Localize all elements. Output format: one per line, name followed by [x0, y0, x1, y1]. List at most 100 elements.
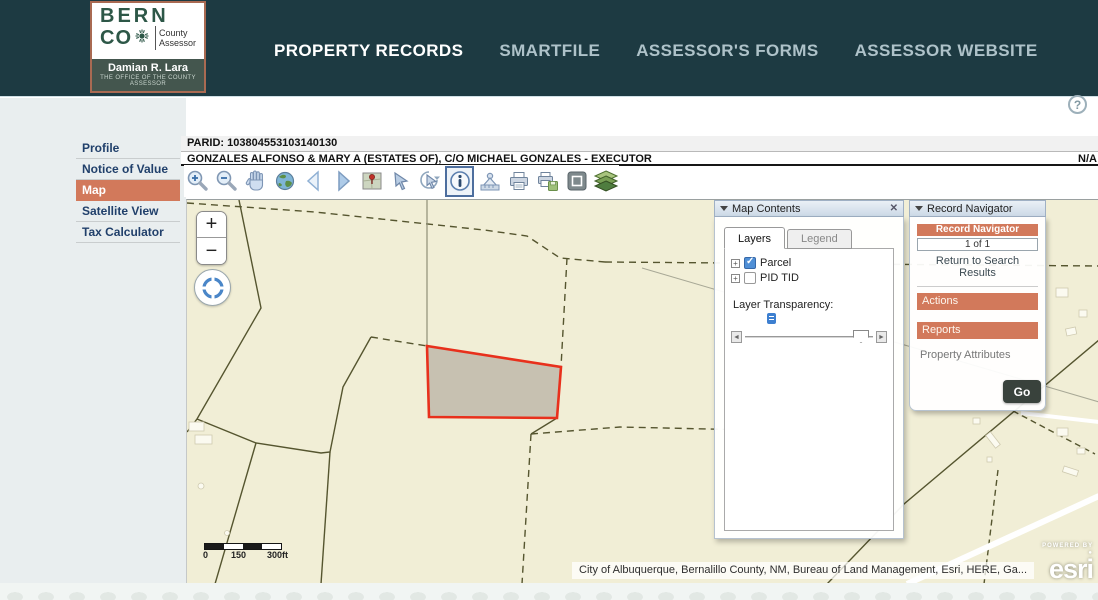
scalebar-label-end: 300ft: [267, 550, 289, 560]
close-icon[interactable]: ✕: [890, 203, 898, 214]
return-to-search-results-link[interactable]: Return to Search Results: [917, 255, 1038, 279]
logo-org-line1: County: [159, 28, 188, 38]
record-position-field[interactable]: 1 of 1: [917, 238, 1038, 251]
nav-assessor-website[interactable]: ASSESSOR WEBSITE: [855, 41, 1038, 61]
map-contents-panel: Map Contents ✕ Layers Legend + Parcel +: [714, 200, 904, 539]
record-navigator-bar: Record Navigator: [917, 224, 1038, 236]
map-zoom-out-button[interactable]: −: [197, 238, 226, 264]
go-button[interactable]: Go: [1003, 380, 1041, 403]
clear-selection-icon[interactable]: [416, 167, 443, 195]
assessor-property-records-page: BERN CO County Assessor Damian R. Lara T…: [0, 0, 1098, 600]
logo-word-co: CO: [100, 27, 132, 49]
tab-layers[interactable]: Layers: [724, 227, 786, 249]
previous-extent-icon[interactable]: [300, 167, 327, 195]
record-value-na: N/A: [1078, 153, 1097, 165]
parid-label: PARID: 103804553103140130: [181, 136, 1098, 151]
actions-section-bar[interactable]: Actions: [917, 293, 1038, 310]
sidebar-item-satellite-view[interactable]: Satellite View: [76, 201, 180, 222]
locate-me-button[interactable]: [194, 269, 231, 306]
parcel-map[interactable]: + − Map Contents ✕ Layers Legend + ✓ Par…: [186, 199, 1098, 583]
sidebar-item-map[interactable]: Map: [76, 180, 180, 201]
identify-tool-icon[interactable]: [445, 165, 474, 197]
layer-label-pid-tid: PID TID: [760, 272, 799, 284]
pid-tid-checkbox[interactable]: [744, 272, 756, 284]
expand-icon[interactable]: +: [731, 273, 740, 283]
map-contents-header[interactable]: Map Contents ✕: [714, 200, 904, 217]
print-icon[interactable]: [505, 167, 532, 195]
collapse-caret-icon[interactable]: [720, 206, 728, 211]
tab-legend[interactable]: Legend: [787, 229, 852, 249]
property-attributes-label: Property Attributes: [920, 349, 1011, 361]
top-header-bar: BERN CO County Assessor Damian R. Lara T…: [0, 0, 1098, 97]
logo-org-line2: Assessor: [159, 38, 197, 48]
pan-hand-icon[interactable]: [242, 167, 269, 195]
layer-row-pid-tid: + PID TID: [731, 271, 887, 285]
scalebar-label-start: 0: [203, 550, 209, 560]
transparency-value-marker: [767, 313, 776, 324]
sidebar-item-profile[interactable]: Profile: [76, 138, 180, 159]
scalebar-segment: [243, 544, 262, 549]
layers-icon[interactable]: [592, 167, 619, 195]
zoom-in-tool-icon[interactable]: [184, 167, 211, 195]
scalebar-segment: [224, 544, 243, 549]
sidebar-menu: Profile Notice of Value Map Satellite Vi…: [76, 138, 180, 243]
expand-icon[interactable]: +: [731, 258, 740, 268]
record-navigator-panel: Record Navigator Record Navigator 1 of 1…: [909, 200, 1046, 411]
collapse-caret-icon[interactable]: [915, 206, 923, 211]
top-navigation: PROPERTY RECORDS SMARTFILE ASSESSOR'S FO…: [274, 41, 1038, 61]
full-extent-globe-icon[interactable]: [271, 167, 298, 195]
zia-sun-icon: [135, 29, 149, 48]
map-toolbar: [184, 165, 619, 197]
sidebar-item-tax-calculator[interactable]: Tax Calculator: [76, 222, 180, 243]
help-icon[interactable]: ?: [1068, 95, 1087, 114]
page-bottom-strip: [0, 583, 1098, 600]
assessor-name: Damian R. Lara: [107, 62, 189, 74]
reports-section-bar[interactable]: Reports: [917, 322, 1038, 339]
zoom-out-tool-icon[interactable]: [213, 167, 240, 195]
map-attribution: City of Albuquerque, Bernalillo County, …: [572, 562, 1034, 579]
esri-brand-text: esri: [1048, 554, 1094, 583]
slider-left-arrow[interactable]: ◄: [731, 331, 742, 343]
full-screen-icon[interactable]: [563, 167, 590, 195]
crosshair-icon: [200, 275, 225, 300]
powered-by-label: POWERED BY: [1042, 543, 1093, 549]
slider-thumb[interactable]: [853, 330, 869, 343]
map-contents-tabs: Layers Legend: [724, 226, 894, 249]
logo-bottom: Damian R. Lara THE OFFICE OF THE COUNTY …: [92, 59, 204, 91]
nav-property-records[interactable]: PROPERTY RECORDS: [274, 41, 463, 61]
logo-top: BERN CO County Assessor: [92, 3, 204, 59]
esri-logo: POWERED BY ● esri: [1035, 543, 1094, 583]
assessor-tagline: THE OFFICE OF THE COUNTY ASSESSOR: [100, 75, 196, 87]
map-zoom-in-button[interactable]: +: [197, 212, 226, 238]
overview-map-icon[interactable]: [358, 167, 385, 195]
owner-name: GONZALES ALFONSO & MARY A (ESTATES OF), …: [187, 153, 652, 165]
nav-assessors-forms[interactable]: ASSESSOR'S FORMS: [636, 41, 818, 61]
layer-row-parcel: + Parcel: [731, 256, 887, 270]
scalebar-label-middle: 150: [231, 550, 247, 560]
layer-transparency-label: Layer Transparency:: [733, 299, 834, 311]
map-scalebar: 0 150 300ft: [201, 543, 293, 561]
left-column: Profile Notice of Value Map Satellite Vi…: [0, 98, 186, 583]
slider-right-arrow[interactable]: ►: [876, 331, 887, 343]
next-extent-icon[interactable]: [329, 167, 356, 195]
scalebar-segment: [205, 544, 224, 549]
transparency-slider: ◄ ►: [731, 330, 887, 344]
parcel-checkbox[interactable]: [744, 256, 756, 269]
layers-list: + Parcel + PID TID Layer Transparency: ◄: [724, 248, 894, 531]
map-zoom-control: + −: [196, 211, 227, 265]
logo-word-bern: BERN: [100, 5, 169, 27]
scalebar-segment: [262, 544, 281, 549]
layer-label-parcel: Parcel: [760, 257, 792, 269]
map-contents-title: Map Contents: [732, 202, 801, 215]
record-header-bar: PARID: 103804553103140130 GONZALES ALFON…: [181, 136, 1098, 166]
measure-tool-icon[interactable]: [476, 167, 503, 195]
nav-smartfile[interactable]: SMARTFILE: [499, 41, 600, 61]
record-navigator-title: Record Navigator: [927, 202, 1013, 215]
sidebar-item-notice-of-value[interactable]: Notice of Value: [76, 159, 180, 180]
select-pointer-icon[interactable]: [387, 167, 414, 195]
divider: [917, 286, 1038, 287]
print-export-icon[interactable]: [534, 167, 561, 195]
logo-divider: [155, 26, 156, 50]
county-assessor-logo: BERN CO County Assessor Damian R. Lara T…: [90, 1, 206, 93]
record-navigator-header[interactable]: Record Navigator: [909, 200, 1046, 217]
